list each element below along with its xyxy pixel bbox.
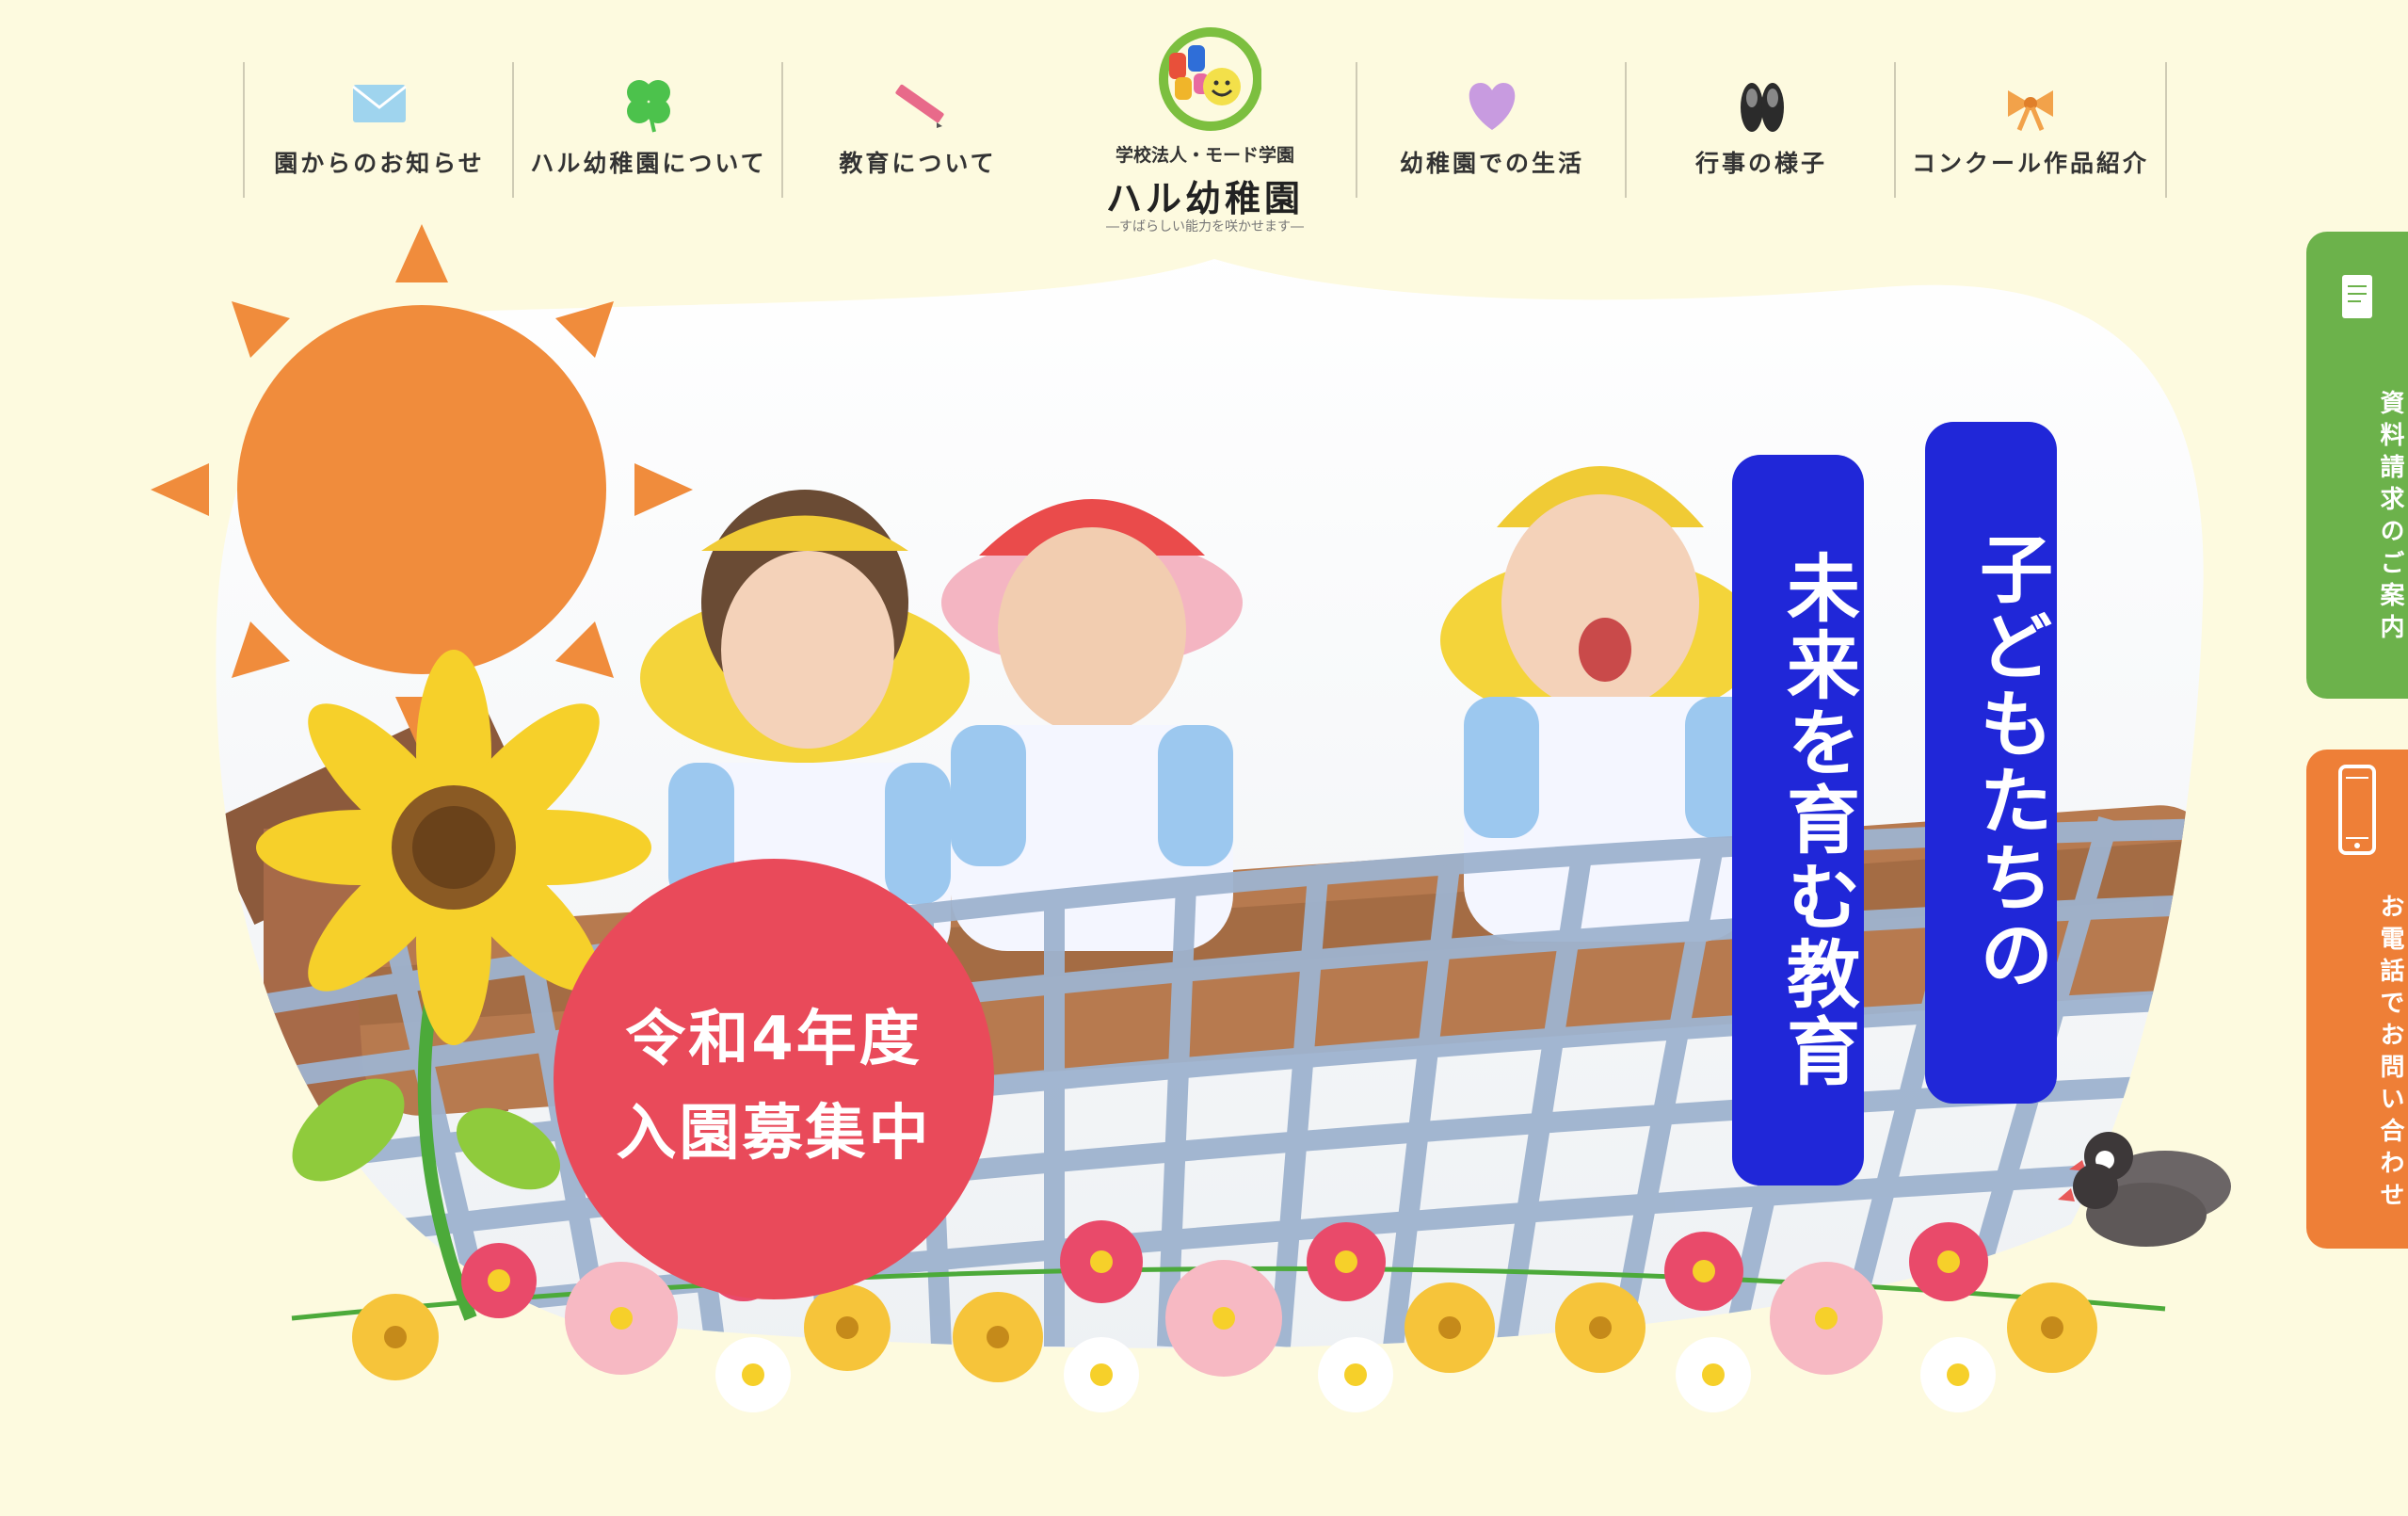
nav-label: ハル幼稚園について [530, 150, 767, 177]
recruitment-year: 令和4年度 [625, 1005, 923, 1074]
logo-emblem-icon [1159, 27, 1261, 131]
hero-title-line2: 未来を育む教育 [1732, 455, 1864, 1185]
envelope-icon [352, 85, 407, 122]
site-logo[interactable]: 学校法人・モード学園 ハル幼稚園 ―すばらしい能力を咲かせます― [1092, 26, 1318, 234]
ribbon-icon [2008, 90, 2053, 131]
recruitment-text: 入園募集中 [616, 1099, 932, 1169]
smartphone-icon [2338, 765, 2376, 855]
brochure-request-tab[interactable]: 資料請求のご案内 [2306, 232, 2408, 699]
clover-icon [627, 80, 670, 133]
nav-item-events[interactable]: 行事の様子 [1625, 62, 1896, 198]
shoes-icon [1741, 83, 1784, 132]
hero-title-line1: 子どもたちの [1925, 422, 2057, 1104]
phone-contact-label: お電話でお問い合わせ [2376, 894, 2404, 1214]
document-icon [2342, 275, 2372, 318]
nav-label: 教育について [839, 150, 997, 177]
pencil-icon [895, 84, 944, 128]
logo-name: ハル幼稚園 [1105, 178, 1304, 219]
recruitment-badge[interactable]: 令和4年度 入園募集中 [554, 859, 994, 1299]
logo-tagline: ―すばらしい能力を咲かせます― [1106, 219, 1304, 234]
nav-label: 幼稚園での生活 [1399, 150, 1584, 177]
phone-contact-tab[interactable]: お電話でお問い合わせ [2306, 750, 2408, 1249]
brochure-request-label: 資料請求のご案内 [2376, 390, 2404, 646]
nav-item-about[interactable]: ハル幼稚園について [512, 62, 783, 198]
nav-item-contest[interactable]: コンクール作品紹介 [1894, 62, 2167, 198]
nav-item-life[interactable]: 幼稚園での生活 [1356, 62, 1627, 198]
nav-item-news[interactable]: 園からのお知らせ [243, 62, 514, 198]
heart-icon [1469, 83, 1516, 130]
nav-label: 行事の様子 [1694, 150, 1827, 177]
nav-item-education[interactable]: 教育について [781, 62, 1052, 198]
logo-corporation: 学校法人・モード学園 [1115, 145, 1294, 166]
nav-label: 園からのお知らせ [274, 150, 485, 177]
nav-label: コンクール作品紹介 [1911, 150, 2149, 177]
